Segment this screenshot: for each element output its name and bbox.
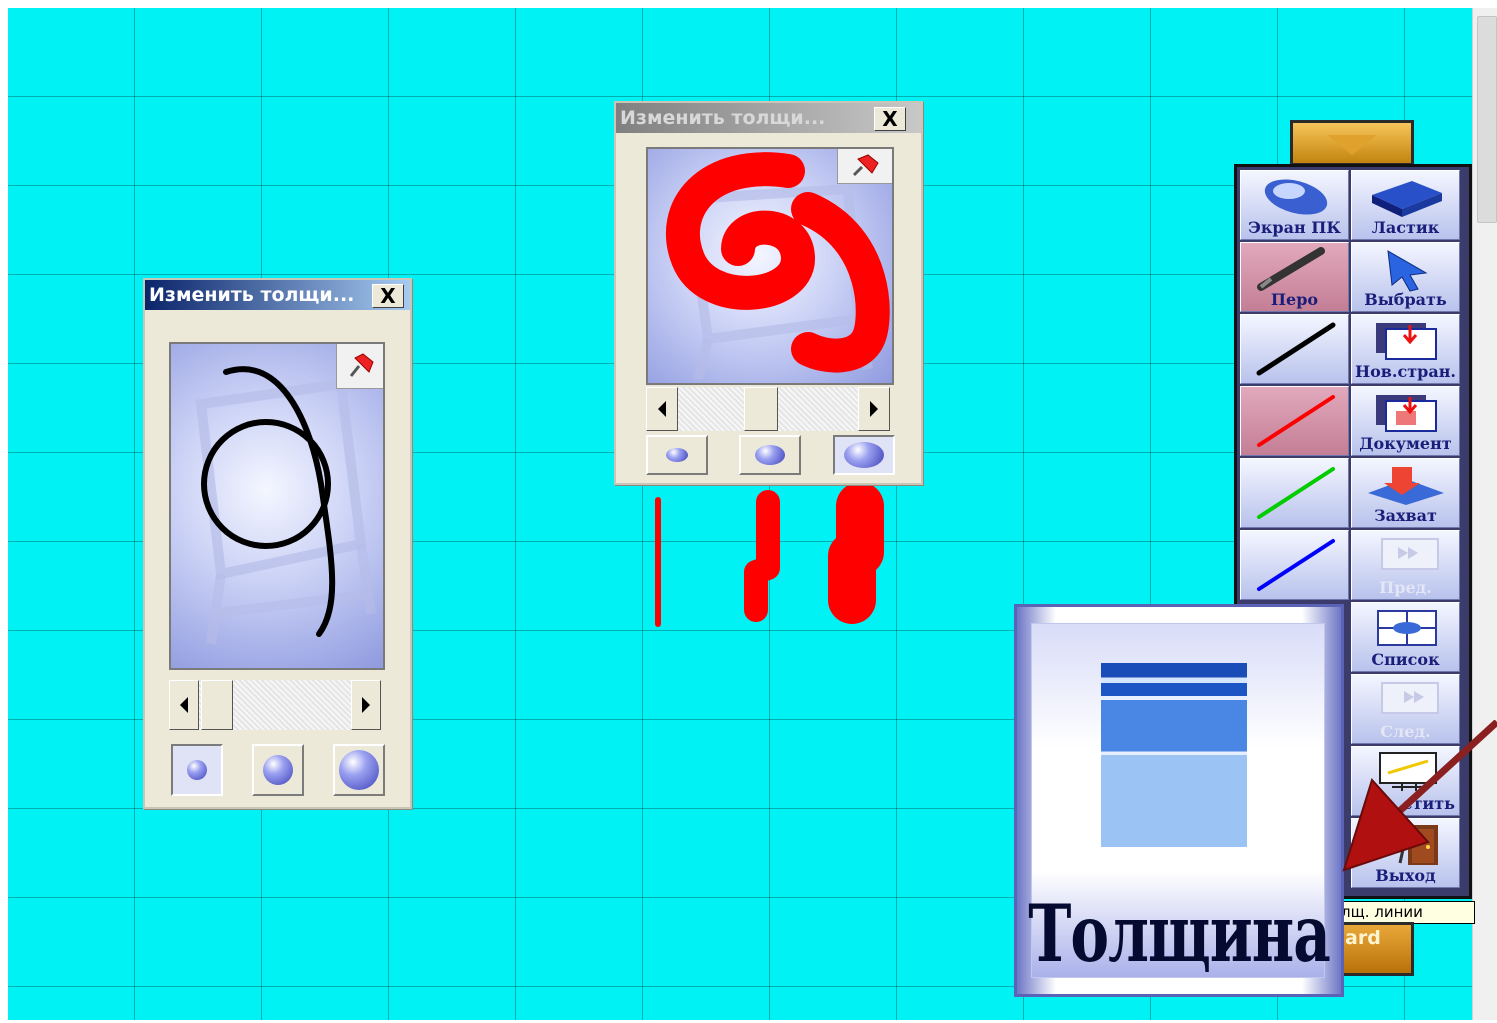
close-button[interactable]: X	[372, 284, 404, 308]
slider-right-arrow[interactable]	[858, 387, 890, 431]
next-page-icon	[1381, 682, 1439, 714]
eraser-button[interactable]: Ластик	[1351, 170, 1460, 240]
thickness-label: Толщина	[1028, 888, 1331, 980]
pin-button[interactable]	[336, 344, 383, 389]
stroke-preview	[646, 147, 894, 385]
new-page-button[interactable]: Нов.стран.	[1351, 314, 1460, 384]
black-sample-stroke	[223, 366, 336, 637]
document-button[interactable]: Документ	[1351, 386, 1460, 456]
line-width-dialog-2: Изменить толщи... X	[614, 101, 923, 485]
capture-icon	[1368, 467, 1444, 505]
pushpin-icon	[852, 154, 879, 177]
width-slider[interactable]	[646, 387, 890, 431]
width-slider[interactable]	[169, 680, 381, 730]
blue-line-icon	[1257, 539, 1335, 591]
pin-button[interactable]	[837, 149, 892, 184]
size-small-button[interactable]	[171, 744, 223, 796]
line-thickness-icon	[1101, 663, 1247, 847]
pen-button[interactable]: Перо	[1240, 242, 1349, 312]
medium-red-stroke	[744, 490, 780, 622]
list-button[interactable]: Список	[1351, 602, 1460, 672]
pen-icon	[1257, 247, 1325, 291]
green-line-icon	[1257, 467, 1335, 519]
line-width-dialog-1: Изменить толщи... X	[143, 278, 412, 809]
slider-thumb[interactable]	[201, 680, 233, 730]
pc-screen-button[interactable]: Экран ПК	[1240, 170, 1349, 240]
slider-thumb[interactable]	[744, 387, 778, 431]
new-page-icon	[1376, 323, 1437, 360]
dialog-title[interactable]: Изменить толщи...	[145, 280, 410, 310]
black-line-icon	[1256, 322, 1336, 376]
size-medium-button[interactable]	[252, 744, 304, 796]
slider-left-arrow[interactable]	[169, 680, 199, 730]
green-pen-button[interactable]	[1240, 458, 1349, 528]
black-sample-loop	[201, 419, 331, 549]
pointer-arrow-icon	[1342, 720, 1497, 872]
size-large-button[interactable]	[333, 744, 385, 796]
capture-button[interactable]: Захват	[1351, 458, 1460, 528]
mouse-icon	[1264, 179, 1328, 215]
previous-page-button[interactable]: Пред.	[1351, 530, 1460, 600]
slider-left-arrow[interactable]	[646, 387, 678, 431]
tooltip: лщ. линии	[1336, 901, 1475, 924]
document-icon	[1376, 395, 1437, 432]
previous-page-icon	[1381, 538, 1439, 570]
board-menu-button[interactable]: ard	[1336, 922, 1414, 976]
preview-background-icon	[666, 152, 890, 381]
toolbar-collapse-button[interactable]	[1290, 120, 1414, 166]
slider-right-arrow[interactable]	[351, 680, 381, 730]
board-button-label: ard	[1345, 927, 1381, 949]
blue-pen-button[interactable]	[1240, 530, 1349, 600]
select-button[interactable]: Выбрать	[1351, 242, 1460, 312]
chevron-down-icon	[1327, 135, 1377, 155]
list-icon	[1377, 610, 1437, 646]
close-button[interactable]: X	[874, 107, 906, 131]
cursor-arrow-icon	[1387, 250, 1428, 292]
size-large-button[interactable]	[833, 435, 895, 475]
size-medium-button[interactable]	[739, 435, 801, 475]
pushpin-icon	[349, 353, 374, 377]
red-pen-button[interactable]	[1240, 386, 1349, 456]
line-thickness-button-zoom: Толщина	[1014, 604, 1344, 997]
thick-red-stroke	[828, 482, 884, 624]
preview-background-icon	[195, 366, 376, 645]
stroke-preview	[169, 342, 385, 670]
eraser-icon	[1372, 181, 1442, 217]
size-small-button[interactable]	[646, 435, 708, 475]
red-line-icon	[1257, 395, 1335, 447]
black-pen-button[interactable]	[1240, 314, 1349, 384]
